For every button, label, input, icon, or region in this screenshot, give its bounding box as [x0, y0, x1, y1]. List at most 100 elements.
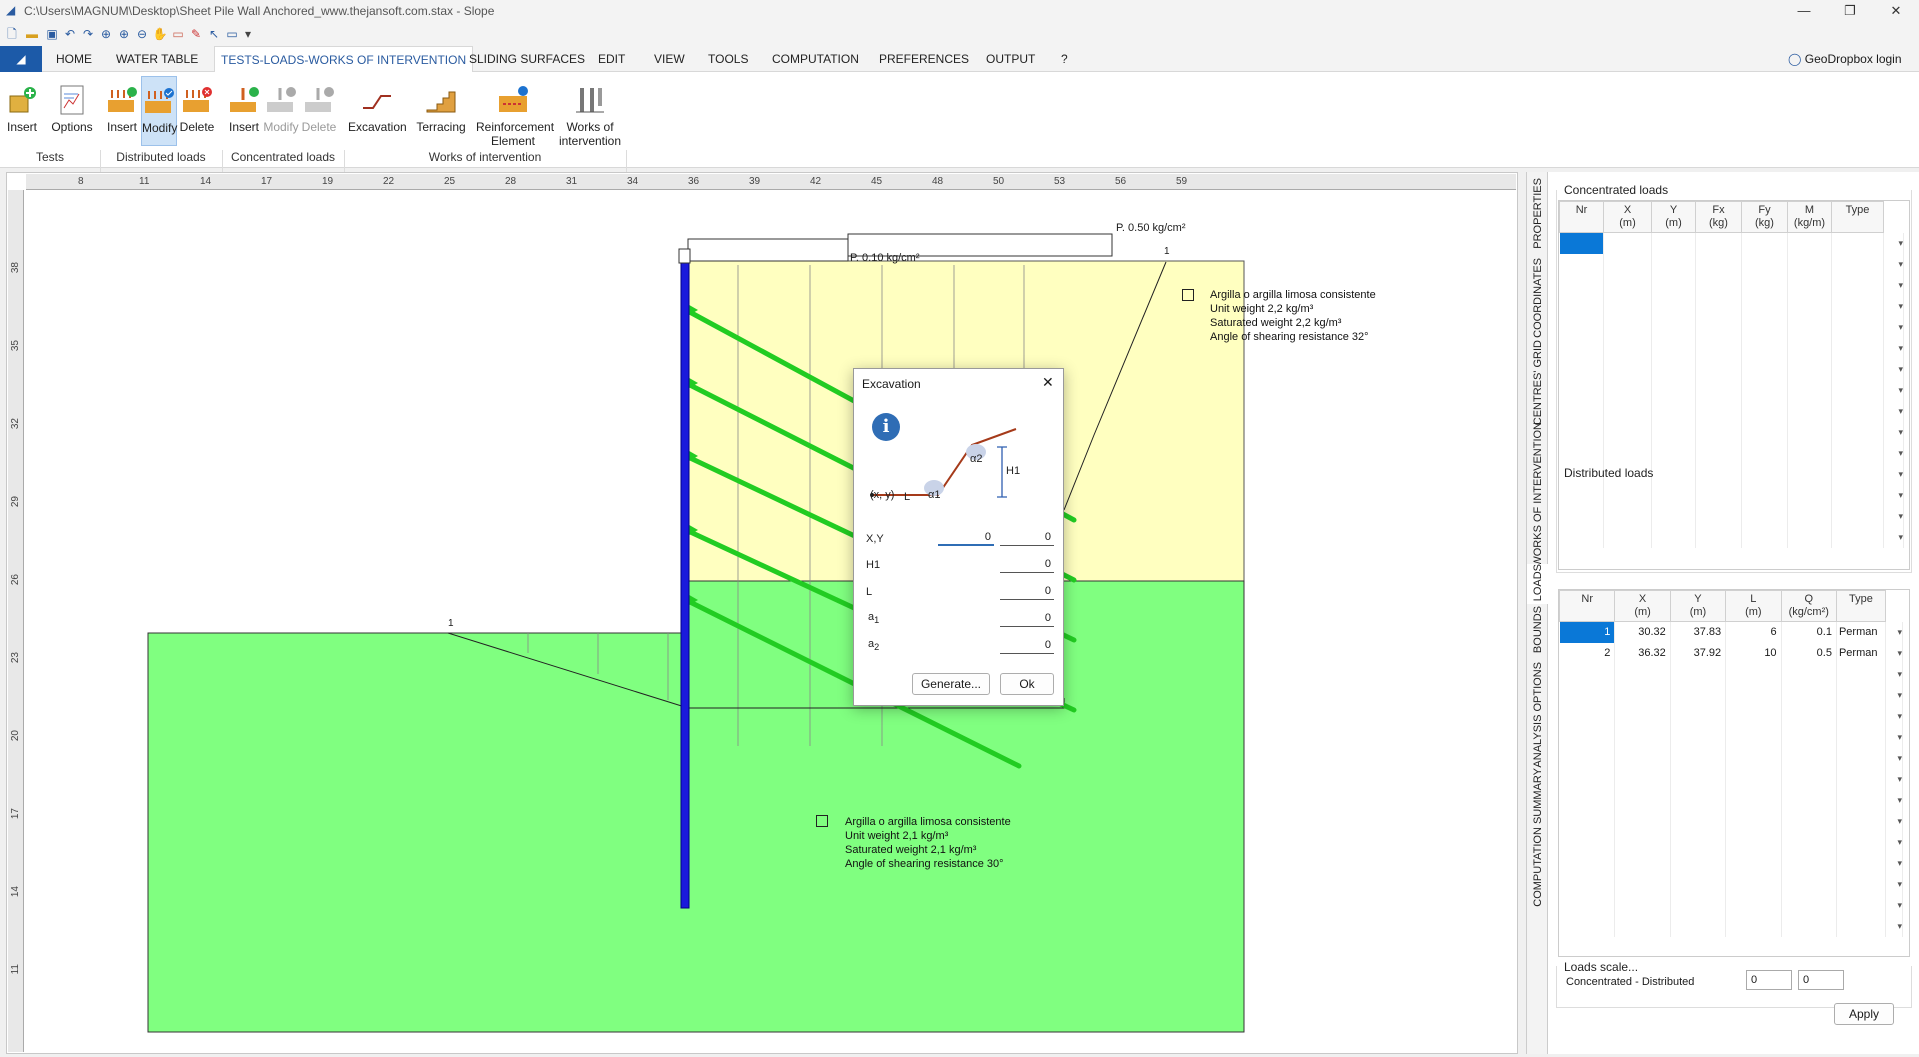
- redo-icon[interactable]: ↷: [80, 26, 96, 42]
- zoom-in-icon[interactable]: ⊕: [116, 26, 132, 42]
- chevron-down-icon[interactable]: ▾: [1885, 852, 1904, 874]
- table-row[interactable]: ▾: [1559, 400, 1904, 422]
- table-row[interactable]: ▾: [1559, 337, 1904, 359]
- x-input[interactable]: 0: [938, 529, 994, 546]
- table-row[interactable]: ▾: [1559, 852, 1904, 874]
- table-row[interactable]: ▾: [1559, 421, 1904, 443]
- screen-icon[interactable]: ▭: [224, 26, 240, 42]
- distributed-insert-button[interactable]: Insert: [104, 76, 140, 140]
- table-row[interactable]: ▾: [1559, 274, 1904, 296]
- table-row[interactable]: ▾: [1559, 894, 1904, 916]
- zoom-out-icon[interactable]: ⊖: [134, 26, 150, 42]
- tab-view[interactable]: VIEW: [648, 46, 691, 72]
- chevron-down-icon[interactable]: ▾: [1883, 358, 1904, 380]
- distributed-load-1[interactable]: [687, 238, 849, 262]
- distributed-delete-button[interactable]: Delete: [178, 76, 216, 140]
- table-row[interactable]: 2 36.32 37.92 10 0.5 Perman ▾: [1559, 642, 1904, 664]
- concentrated-insert-button[interactable]: Insert: [226, 76, 262, 140]
- side-tab-centres-grid[interactable]: CENTRES' GRID: [1527, 340, 1549, 425]
- tab-tools[interactable]: TOOLS: [702, 46, 754, 72]
- cell-nr[interactable]: 1: [1559, 621, 1616, 643]
- zoom-icon[interactable]: ⊕: [98, 26, 114, 42]
- side-tab-bounds[interactable]: BOUNDS: [1527, 606, 1549, 660]
- chevron-down-icon[interactable]: ▾: [1883, 295, 1904, 317]
- chevron-down-icon[interactable]: ▾: [1883, 421, 1904, 443]
- tab-water-table[interactable]: WATER TABLE: [110, 46, 204, 72]
- close-window-button[interactable]: ✕: [1873, 0, 1919, 22]
- chevron-down-icon[interactable]: ▾: [1883, 400, 1904, 422]
- cell-y[interactable]: 37.92: [1670, 642, 1727, 664]
- concentrated-loads-table[interactable]: Nr X (m) Y (m) Fx (kg) Fy (kg) M (kg/m) Type …: [1558, 200, 1910, 570]
- side-tab-works-of-intervention[interactable]: WORKS OF INTERVENTION: [1527, 422, 1549, 567]
- table-row[interactable]: ▾: [1559, 915, 1904, 937]
- cell-type[interactable]: Perman: [1836, 621, 1886, 643]
- paint-icon[interactable]: ✎: [188, 26, 204, 42]
- chevron-down-icon[interactable]: ▾: [1883, 316, 1904, 338]
- excavation-button[interactable]: Excavation: [348, 76, 407, 140]
- side-tab-computation-summary[interactable]: COMPUTATION SUMMARY: [1527, 768, 1549, 908]
- dialog-close-icon[interactable]: ✕: [1042, 374, 1054, 391]
- measure-icon[interactable]: ▭: [170, 26, 186, 42]
- y-input[interactable]: 0: [1000, 529, 1054, 546]
- cell-q[interactable]: 0.5: [1781, 642, 1837, 664]
- table-row[interactable]: ▾: [1559, 232, 1904, 254]
- cell-type[interactable]: Perman: [1836, 642, 1886, 664]
- table-row[interactable]: ▾: [1559, 705, 1904, 727]
- chevron-down-icon[interactable]: ▾: [1885, 684, 1904, 706]
- side-tab-properties[interactable]: PROPERTIES: [1527, 178, 1549, 256]
- chevron-down-icon[interactable]: ▾: [1885, 810, 1904, 832]
- tab-sliding-surfaces[interactable]: SLIDING SURFACES: [463, 46, 591, 72]
- ok-button[interactable]: Ok: [1000, 673, 1054, 695]
- cell-nr[interactable]: 2: [1559, 642, 1616, 664]
- reinforcement-element-button[interactable]: Reinforcement Element: [476, 76, 554, 152]
- chevron-down-icon[interactable]: ▾: [1885, 768, 1904, 790]
- table-row[interactable]: ▾: [1559, 316, 1904, 338]
- chevron-down-icon[interactable]: ▾: [1885, 915, 1904, 937]
- table-row[interactable]: ▾: [1559, 253, 1904, 275]
- table-row[interactable]: ▾: [1559, 789, 1904, 811]
- table-row[interactable]: ▾: [1559, 810, 1904, 832]
- select-icon[interactable]: ↖: [206, 26, 222, 42]
- chevron-down-icon[interactable]: ▾: [1883, 463, 1904, 485]
- distributed-scale-input[interactable]: 0: [1798, 970, 1844, 990]
- geodropbox-login[interactable]: ◯ GeoDropbox login: [1788, 52, 1902, 66]
- customize-toolbar-icon[interactable]: ▾: [240, 26, 256, 42]
- sheet-pile-wall[interactable]: [680, 255, 690, 909]
- cell-x[interactable]: 30.32: [1614, 621, 1671, 643]
- concentrated-modify-button[interactable]: Modify: [263, 76, 299, 140]
- chevron-down-icon[interactable]: ▾: [1885, 789, 1904, 811]
- works-of-intervention-button[interactable]: Works of intervention: [556, 76, 624, 152]
- h1-input[interactable]: 0: [1000, 556, 1054, 573]
- side-tab-coordinates[interactable]: COORDINATES: [1527, 258, 1549, 338]
- chevron-down-icon[interactable]: ▾: [1885, 831, 1904, 853]
- chevron-down-icon[interactable]: ▾: [1885, 621, 1904, 643]
- side-tab-analysis-options[interactable]: ANALYSIS OPTIONS: [1527, 662, 1549, 768]
- chevron-down-icon[interactable]: ▾: [1885, 726, 1904, 748]
- chevron-down-icon[interactable]: ▾: [1885, 894, 1904, 916]
- pan-icon[interactable]: ✋: [152, 26, 168, 42]
- table-row[interactable]: ▾: [1559, 684, 1904, 706]
- chevron-down-icon[interactable]: ▾: [1883, 442, 1904, 464]
- table-row[interactable]: ▾: [1559, 747, 1904, 769]
- chevron-down-icon[interactable]: ▾: [1883, 274, 1904, 296]
- concentrated-scale-input[interactable]: 0: [1746, 970, 1792, 990]
- cell-l[interactable]: 10: [1725, 642, 1782, 664]
- side-tab-loads[interactable]: LOADS: [1527, 564, 1549, 604]
- open-folder-icon[interactable]: ▬: [24, 26, 40, 42]
- chevron-down-icon[interactable]: ▾: [1885, 747, 1904, 769]
- table-row[interactable]: ▾: [1559, 295, 1904, 317]
- table-row[interactable]: ▾: [1559, 873, 1904, 895]
- table-row[interactable]: ▾: [1559, 831, 1904, 853]
- minimize-button[interactable]: —: [1781, 0, 1827, 22]
- chevron-down-icon[interactable]: ▾: [1883, 526, 1904, 548]
- undo-icon[interactable]: ↶: [62, 26, 78, 42]
- chevron-down-icon[interactable]: ▾: [1883, 505, 1904, 527]
- apply-button[interactable]: Apply: [1834, 1003, 1894, 1025]
- tab-tests-loads-works[interactable]: TESTS-LOADS-WORKS OF INTERVENTION: [214, 46, 474, 73]
- tab-preferences[interactable]: PREFERENCES: [873, 46, 975, 72]
- table-row[interactable]: ▾: [1559, 484, 1904, 506]
- tab-edit[interactable]: EDIT: [592, 46, 631, 72]
- chevron-down-icon[interactable]: ▾: [1883, 253, 1904, 275]
- terracing-button[interactable]: Terracing: [412, 76, 470, 140]
- chevron-down-icon[interactable]: ▾: [1885, 705, 1904, 727]
